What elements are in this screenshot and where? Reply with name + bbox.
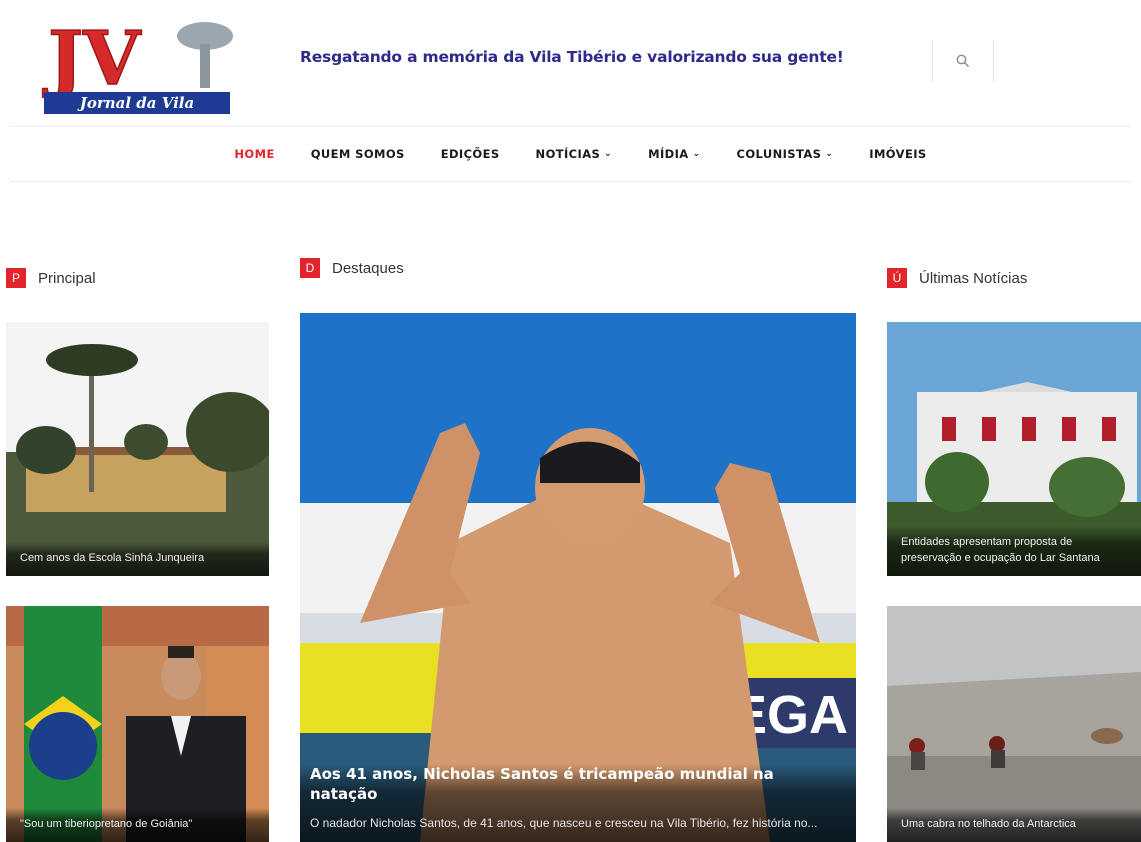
post-thumbnail [6,322,269,576]
section-title: Últimas Notícias [919,269,1028,287]
section-heading-ultimas: Ú Últimas Notícias [887,268,1027,288]
featured-caption-overlay: Aos 41 anos, Nicholas Santos é tricampeã… [300,764,856,842]
nav-divider-bottom [10,181,1131,182]
post-thumbnail [6,606,269,842]
nav-item-noticias[interactable]: NOTÍCIAS ⌄ [536,147,613,161]
section-badge: D [300,258,320,278]
post-card-ultimas-2[interactable]: Uma cabra no telhado da Antarctica [887,606,1141,842]
search-icon [956,54,970,68]
post-caption-overlay: Uma cabra no telhado da Antarctica [887,808,1141,842]
logo-letters: JV [42,16,142,102]
post-title[interactable]: Cem anos da Escola Sinhá Junqueira [20,550,255,566]
nav-item-quem-somos[interactable]: QUEM SOMOS [311,147,405,161]
post-thumbnail [887,606,1141,842]
post-card-principal-1[interactable]: Cem anos da Escola Sinhá Junqueira [6,322,269,576]
nav-item-colunistas[interactable]: COLUNISTAS ⌄ [737,147,834,161]
featured-post-card[interactable]: OMEGA Aos 41 anos, Nicholas Santos é tri… [300,313,856,842]
nav-label: EDIÇÕES [440,147,500,161]
site-logo[interactable]: JV Jornal da Vila [40,14,236,118]
featured-thumbnail: OMEGA [300,313,856,842]
featured-title[interactable]: Aos 41 anos, Nicholas Santos é tricampeã… [310,764,842,804]
post-title[interactable]: Entidades apresentam proposta de preserv… [901,534,1127,566]
nav-item-edicoes[interactable]: EDIÇÕES [441,147,500,161]
post-caption-overlay: "Sou um tiberiopretano de Goiânia" [6,808,269,842]
post-card-principal-2[interactable]: "Sou um tiberiopretano de Goiânia" [6,606,269,842]
featured-excerpt: O nadador Nicholas Santos, de 41 anos, q… [310,816,818,830]
nav-item-midia[interactable]: MÍDIA ⌄ [648,147,700,161]
post-caption-overlay: Cem anos da Escola Sinhá Junqueira [6,542,269,576]
search-button[interactable] [932,40,994,82]
nav-label: QUEM SOMOS [310,147,405,161]
section-title: Destaques [332,259,404,277]
post-card-ultimas-1[interactable]: Entidades apresentam proposta de preserv… [887,322,1141,576]
nav-item-imoveis[interactable]: IMÓVEIS [869,147,926,161]
nav-label: NOTÍCIAS [535,147,601,161]
logo-subtitle: Jornal da Vila [77,94,194,112]
chevron-down-icon: ⌄ [604,149,613,159]
chevron-down-icon: ⌄ [825,149,834,159]
nav-label: IMÓVEIS [869,147,927,161]
post-title[interactable]: Uma cabra no telhado da Antarctica [901,816,1127,832]
nav-label: MÍDIA [648,147,689,161]
main-nav: HOME QUEM SOMOS EDIÇÕES NOTÍCIAS ⌄ MÍDIA ⌄… [0,127,1141,181]
section-title: Principal [38,269,96,287]
site-tagline: Resgatando a memória da Vila Tibério e v… [300,48,844,66]
section-heading-destaques: D Destaques [300,258,404,278]
nav-item-home[interactable]: HOME [234,147,274,161]
post-title[interactable]: "Sou um tiberiopretano de Goiânia" [20,816,255,832]
section-badge: P [6,268,26,288]
nav-label: HOME [234,147,275,161]
section-heading-principal: P Principal [6,268,96,288]
section-badge: Ú [887,268,907,288]
post-caption-overlay: Entidades apresentam proposta de preserv… [887,526,1141,576]
chevron-down-icon: ⌄ [692,149,701,159]
nav-label: COLUNISTAS [736,147,822,161]
